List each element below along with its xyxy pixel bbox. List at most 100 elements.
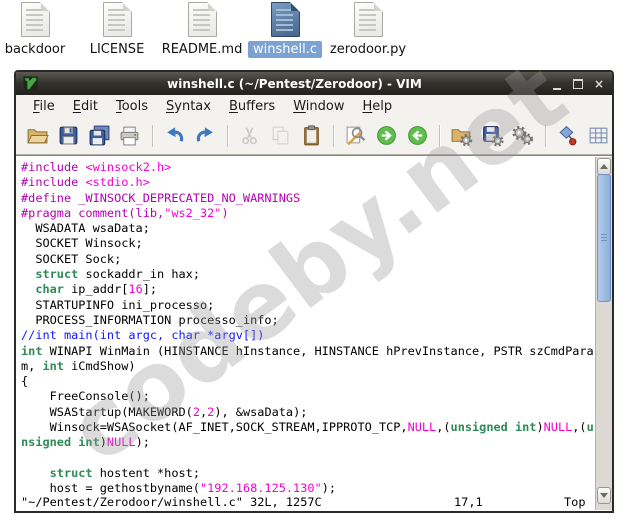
- toolbar-save-session-button[interactable]: [478, 122, 506, 150]
- code-line: m, int iCmdShow): [21, 359, 594, 374]
- desktop: { "desktop": { "files": [ {"label": "bac…: [0, 0, 623, 531]
- vim-window: winshell.c (~/Pentest/Zerodoor) - VIM × …: [14, 70, 614, 513]
- menu-item-syntax[interactable]: Syntax: [157, 97, 220, 116]
- code-line: #define _WINSOCK_DEPRECATED_NO_WARNINGS: [21, 191, 594, 206]
- desktop-file-readme.md[interactable]: README.md: [160, 2, 244, 58]
- code-line: STARTUPINFO ini_processo;: [21, 298, 594, 313]
- toolbar-save-all-button[interactable]: [85, 122, 113, 150]
- make-icon: [556, 124, 579, 147]
- file-label: zerodoor.py: [325, 41, 411, 58]
- file-label: winshell.c: [248, 41, 322, 58]
- vim-logo-icon: [23, 76, 38, 91]
- toolbar-separator: [152, 125, 153, 147]
- load-session-icon: [450, 124, 473, 147]
- undo-icon: [163, 124, 186, 147]
- code-line: SOCKET Sock;: [21, 252, 594, 267]
- window-title: winshell.c (~/Pentest/Zerodoor) - VIM: [44, 77, 545, 91]
- run-script-icon: [511, 124, 534, 147]
- code-line: #pragma comment(lib,"ws2_32"): [21, 206, 594, 221]
- maximize-button[interactable]: [572, 78, 584, 90]
- code-line: int WINAPI WinMain (HINSTANCE hInstance,…: [21, 344, 594, 359]
- code-line: PROCESS_INFORMATION processo_info;: [21, 313, 594, 328]
- code-line: FreeConsole();: [21, 389, 594, 404]
- scrollbar-thumb[interactable]: [597, 174, 611, 302]
- find-next-icon: [375, 124, 398, 147]
- file-label: backdoor: [0, 41, 70, 58]
- menu-item-edit[interactable]: Edit: [64, 97, 107, 116]
- toolbar-separator: [333, 125, 334, 147]
- file-icon: [271, 2, 300, 37]
- desktop-file-backdoor[interactable]: backdoor: [0, 2, 77, 58]
- code-line: #include <winsock2.h>: [21, 160, 594, 175]
- save-session-icon: [481, 124, 504, 147]
- code-line: struct hostent *host;: [21, 466, 594, 481]
- save-icon: [57, 124, 80, 147]
- code-line: WSAStartup(MAKEWORD(2,2), &wsaData);: [21, 405, 594, 420]
- toolbar-separator: [545, 125, 546, 147]
- menu-item-tools[interactable]: Tools: [107, 97, 157, 116]
- open-icon: [26, 124, 49, 147]
- toolbar-open-button[interactable]: [24, 122, 52, 150]
- toolbar-find-next-button[interactable]: [373, 122, 401, 150]
- minimize-button[interactable]: [551, 78, 563, 90]
- menu-item-help[interactable]: Help: [353, 97, 401, 116]
- menubar: FileEditToolsSyntaxBuffersWindowHelp: [16, 95, 612, 117]
- toolbar-find-prev-button[interactable]: [403, 122, 431, 150]
- toolbar-run-script-button[interactable]: [509, 122, 537, 150]
- code-line: #include <stdio.h>: [21, 175, 594, 190]
- menu-item-buffers[interactable]: Buffers: [220, 97, 284, 116]
- toolbar-print-button[interactable]: [116, 122, 144, 150]
- code-line: Winsock=WSASocket(AF_INET,SOCK_STREAM,IP…: [21, 420, 594, 435]
- vertical-scrollbar[interactable]: [595, 157, 612, 510]
- desktop-file-license[interactable]: LICENSE: [75, 2, 159, 58]
- file-icon: [188, 2, 217, 37]
- code-line: WSADATA wsaData;: [21, 221, 594, 236]
- redo-icon: [194, 124, 217, 147]
- close-button[interactable]: ×: [593, 78, 605, 90]
- toolbar-undo-button[interactable]: [161, 122, 189, 150]
- file-label: README.md: [157, 41, 248, 58]
- copy-icon: [269, 124, 292, 147]
- chevron-up-icon: [600, 164, 608, 169]
- file-icon: [103, 2, 132, 37]
- code-line: struct sockaddr_in hax;: [21, 267, 594, 282]
- file-icon: [354, 2, 383, 37]
- code-line: nsigned int)NULL);: [21, 435, 594, 450]
- toolbar-find-replace-button[interactable]: [342, 122, 370, 150]
- find-replace-icon: [344, 124, 367, 147]
- toolbar-tags-button[interactable]: [584, 122, 612, 150]
- find-prev-icon: [406, 124, 429, 147]
- statusline-cursor-position: 17,1: [454, 495, 483, 510]
- statusline-file-info: "~/Pentest/Zerodoor/winshell.c" 32L, 125…: [21, 495, 322, 510]
- toolbar-separator: [439, 125, 440, 147]
- tags-icon: [587, 124, 610, 147]
- toolbar-cut-button: [236, 122, 264, 150]
- desktop-file-zerodoor.py[interactable]: zerodoor.py: [326, 2, 410, 58]
- window-controls: ×: [551, 78, 605, 90]
- chevron-down-icon: [600, 493, 608, 498]
- code-line: char ip_addr[16];: [21, 282, 594, 297]
- toolbar-separator: [227, 125, 228, 147]
- code-buffer: #include <winsock2.h>#include <stdio.h>#…: [16, 156, 594, 511]
- desktop-file-winshell.c[interactable]: winshell.c: [243, 2, 327, 58]
- code-line: {: [21, 374, 594, 389]
- toolbar-paste-button[interactable]: [297, 122, 325, 150]
- toolbar-redo-button[interactable]: [191, 122, 219, 150]
- code-line: [21, 451, 594, 466]
- save-all-icon: [88, 124, 111, 147]
- toolbar-make-button[interactable]: [554, 122, 582, 150]
- file-icon: [21, 2, 50, 37]
- titlebar[interactable]: winshell.c (~/Pentest/Zerodoor) - VIM ×: [16, 72, 612, 95]
- toolbar-load-session-button[interactable]: [448, 122, 476, 150]
- menu-item-window[interactable]: Window: [284, 97, 353, 116]
- print-icon: [118, 124, 141, 147]
- file-label: LICENSE: [85, 41, 150, 58]
- paste-icon: [300, 124, 323, 147]
- text-editor-area[interactable]: #include <winsock2.h>#include <stdio.h>#…: [16, 155, 612, 511]
- scroll-down-button[interactable]: [597, 487, 611, 504]
- toolbar-save-button[interactable]: [55, 122, 83, 150]
- menu-item-file[interactable]: File: [24, 97, 64, 116]
- code-line: SOCKET Winsock;: [21, 236, 594, 251]
- scroll-up-button[interactable]: [597, 158, 611, 175]
- code-line: //int main(int argc, char *argv[]): [21, 328, 594, 343]
